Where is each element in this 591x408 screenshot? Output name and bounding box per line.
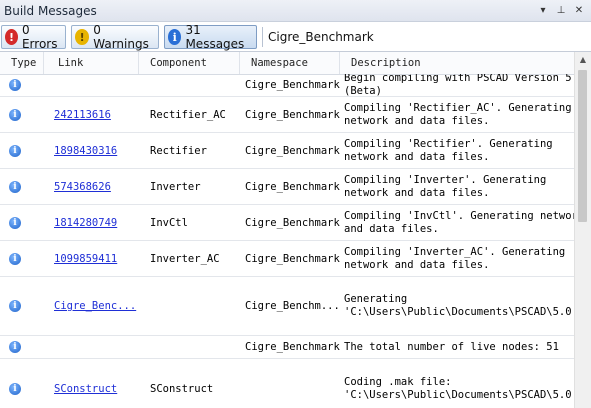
link-cell: 242113616 bbox=[44, 97, 139, 132]
info-icon: i bbox=[9, 108, 21, 121]
component-cell: Inverter bbox=[150, 180, 201, 193]
link-cell: 1898430316 bbox=[44, 133, 139, 168]
info-icon: i bbox=[9, 382, 21, 395]
warnings-label: 0 Warnings bbox=[93, 23, 149, 51]
component-cell: InvCtl bbox=[150, 216, 188, 229]
errors-label: 0 Errors bbox=[21, 23, 58, 51]
link-cell: 1814280749 bbox=[44, 205, 139, 240]
link-cell: 574368626 bbox=[44, 169, 139, 204]
info-icon: i bbox=[9, 180, 21, 193]
type-cell: i bbox=[0, 205, 44, 240]
description-cell: The total number of live nodes: 51 bbox=[344, 340, 559, 353]
link-cell bbox=[44, 336, 139, 358]
column-header-namespace[interactable]: Namespace bbox=[240, 52, 340, 74]
description-cell: Begin compiling with PSCAD Version 5. (B… bbox=[344, 74, 574, 96]
namespace-cell: Cigre_Benchm... bbox=[245, 300, 340, 312]
namespace-cell: Cigre_Benchmark bbox=[245, 144, 340, 157]
type-cell: i bbox=[0, 169, 44, 204]
table-row[interactable]: i 574368626 Inverter Cigre_Benchmark Compili… bbox=[0, 169, 574, 205]
info-icon: i bbox=[9, 216, 21, 229]
messages-filter-button[interactable]: i 31 Messages bbox=[164, 23, 257, 51]
namespace-cell bbox=[240, 359, 340, 408]
info-icon: i bbox=[168, 29, 182, 45]
info-icon: i bbox=[9, 144, 21, 157]
info-icon: i bbox=[9, 341, 21, 353]
component-link[interactable]: SConstruct bbox=[54, 383, 117, 395]
project-name: Cigre_Benchmark bbox=[268, 30, 374, 44]
table-row[interactable]: i SConstruct SConstruct Coding .mak file: '… bbox=[0, 359, 574, 408]
component-cell bbox=[139, 277, 240, 335]
type-cell: i bbox=[0, 336, 44, 358]
component-link[interactable]: Cigre_Benc... bbox=[54, 300, 136, 312]
table-row[interactable]: i 1099859411 Inverter_AC Cigre_Benchmark Com… bbox=[0, 241, 574, 277]
table-row[interactable]: i 1898430316 Rectifier Cigre_Benchmark Compi… bbox=[0, 133, 574, 169]
type-cell: i bbox=[0, 133, 44, 168]
table-row[interactable]: i 1814280749 InvCtl Cigre_Benchmark Compilin… bbox=[0, 205, 574, 241]
namespace-cell: Cigre_Benchmark bbox=[245, 216, 340, 229]
messages-label: 31 Messages bbox=[185, 23, 245, 51]
component-cell: Inverter_AC bbox=[150, 252, 220, 265]
column-header-component[interactable]: Component bbox=[139, 52, 240, 74]
link-cell: Cigre_Benc... bbox=[44, 277, 139, 335]
link-cell: SConstruct bbox=[44, 359, 139, 408]
type-cell: i bbox=[0, 74, 44, 96]
column-header-link[interactable]: Link bbox=[44, 52, 139, 74]
grid-header: Type Link Component Namespace Descriptio… bbox=[0, 52, 574, 75]
description-cell: Coding .mak file: 'C:\Users\Public\Docum… bbox=[344, 375, 574, 401]
component-cell bbox=[139, 74, 240, 96]
error-icon: ! bbox=[5, 29, 18, 45]
dropdown-icon[interactable]: ▾ bbox=[535, 3, 551, 19]
table-row[interactable]: i Cigre_Benchmark The total number of live… bbox=[0, 336, 574, 359]
toolbar-separator bbox=[262, 27, 263, 47]
link-cell: 1099859411 bbox=[44, 241, 139, 276]
errors-filter-button[interactable]: ! 0 Errors bbox=[1, 23, 66, 51]
type-cell: i bbox=[0, 97, 44, 132]
type-cell: i bbox=[0, 241, 44, 276]
type-cell: i bbox=[0, 277, 44, 335]
title-bar: Build Messages ▾ ⊥ ✕ bbox=[0, 0, 591, 22]
component-link[interactable]: 1814280749 bbox=[54, 217, 117, 229]
info-icon: i bbox=[9, 252, 21, 265]
table-row[interactable]: i Cigre_Benc... Cigre_Benchm... Generating … bbox=[0, 277, 574, 336]
scroll-up-icon[interactable]: ▲ bbox=[575, 52, 591, 68]
messages-grid: Type Link Component Namespace Descriptio… bbox=[0, 52, 574, 408]
filter-toolbar: ! 0 Errors ! 0 Warnings i 31 Messages Ci… bbox=[0, 22, 591, 52]
component-cell: Rectifier bbox=[150, 144, 207, 157]
table-row[interactable]: i 242113616 Rectifier_AC Cigre_Benchmark Com… bbox=[0, 97, 574, 133]
component-cell: Rectifier_AC bbox=[150, 108, 226, 121]
component-link[interactable]: 1898430316 bbox=[54, 145, 117, 157]
description-cell: Compiling 'Rectifier_AC'. Generating net… bbox=[344, 101, 572, 127]
description-cell: Generating 'C:\Users\Public\Documents\PS… bbox=[344, 293, 574, 318]
namespace-cell: Cigre_Benchmark bbox=[245, 341, 340, 353]
column-header-description[interactable]: Description bbox=[340, 52, 574, 74]
namespace-cell: Cigre_Benchmark bbox=[245, 252, 340, 265]
component-link[interactable]: 574368626 bbox=[54, 181, 111, 193]
description-cell: Compiling 'Inverter'. Generating network… bbox=[344, 173, 547, 199]
scroll-thumb[interactable] bbox=[578, 70, 587, 222]
window-title: Build Messages bbox=[4, 4, 97, 18]
component-link[interactable]: 242113616 bbox=[54, 109, 111, 121]
close-icon[interactable]: ✕ bbox=[571, 3, 587, 19]
component-link[interactable]: 1099859411 bbox=[54, 253, 117, 265]
type-cell: i bbox=[0, 359, 44, 408]
warning-icon: ! bbox=[75, 29, 90, 45]
description-cell: Compiling 'Inverter_AC'. Generating netw… bbox=[344, 245, 566, 271]
info-icon: i bbox=[9, 300, 21, 312]
description-cell: Compiling 'InvCtl'. Generating networ an… bbox=[344, 209, 574, 235]
column-header-type[interactable]: Type bbox=[0, 52, 44, 74]
link-cell bbox=[44, 74, 139, 96]
table-row[interactable]: i Cigre_Benchmark Begin compiling with PSC… bbox=[0, 74, 574, 97]
warnings-filter-button[interactable]: ! 0 Warnings bbox=[71, 23, 159, 51]
component-cell bbox=[139, 336, 240, 358]
namespace-cell: Cigre_Benchmark bbox=[245, 180, 340, 193]
vertical-scrollbar[interactable]: ▲ bbox=[574, 52, 591, 408]
pin-icon[interactable]: ⊥ bbox=[553, 3, 569, 19]
namespace-cell: Cigre_Benchmark bbox=[245, 79, 340, 91]
description-cell: Compiling 'Rectifier'. Generating networ… bbox=[344, 137, 553, 163]
namespace-cell: Cigre_Benchmark bbox=[245, 108, 340, 121]
info-icon: i bbox=[9, 79, 21, 91]
component-cell: SConstruct bbox=[150, 382, 214, 395]
